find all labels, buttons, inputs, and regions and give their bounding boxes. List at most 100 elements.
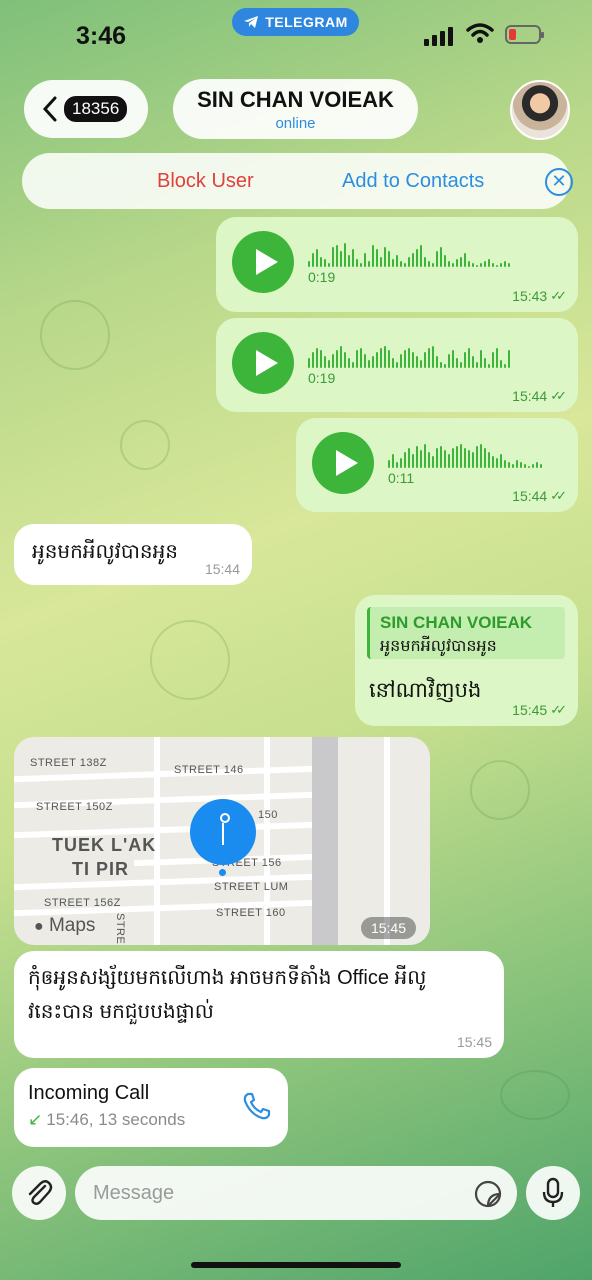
waveform-bar (460, 257, 462, 267)
waveform-bar (468, 450, 470, 468)
waveform-bar (468, 348, 470, 368)
microphone-button[interactable] (526, 1166, 580, 1220)
waveform-bar (328, 360, 330, 368)
waveform-bar (324, 356, 326, 368)
map-street (384, 737, 390, 945)
attach-button[interactable] (12, 1166, 66, 1220)
waveform-bar (452, 263, 454, 267)
incoming-call-message[interactable]: Incoming Call ↙ 15:46, 13 seconds (14, 1068, 288, 1147)
waveform-bar (316, 348, 318, 368)
message-time: 15:45 (512, 702, 548, 718)
waveform-bar (492, 456, 494, 468)
waveform-bar (456, 358, 458, 368)
waveform-bar (452, 448, 454, 468)
waveform-bar (368, 360, 370, 368)
waveform-bar (456, 446, 458, 468)
back-button[interactable]: 18356 (24, 80, 148, 138)
waveform-bar (356, 350, 358, 368)
unread-count-badge: 18356 (64, 96, 128, 122)
location-map[interactable]: STREET 138Z STREET 146 STREET 150Z 150 T… (14, 737, 430, 945)
waveform-bar (336, 350, 338, 368)
waveform-bar (308, 261, 310, 267)
waveform-bar (384, 346, 386, 368)
waveform-bar (504, 364, 506, 368)
waveform-bar (448, 261, 450, 267)
waveform-bar (388, 350, 390, 368)
waveform-bar (516, 460, 518, 468)
waveform-bar (512, 464, 514, 468)
block-user-button[interactable]: Block User (157, 170, 254, 193)
waveform-bar (388, 460, 390, 468)
play-icon[interactable] (232, 332, 294, 394)
telegram-icon (244, 16, 259, 28)
waveform-bar (464, 253, 466, 267)
waveform-bar (412, 352, 414, 368)
waveform-bar (348, 255, 350, 267)
wallpaper-doodle (120, 420, 170, 470)
waveform-bar (520, 462, 522, 468)
voice-duration: 0:19 (308, 370, 336, 386)
add-to-contacts-button[interactable]: Add to Contacts (342, 170, 484, 193)
reply-quote[interactable]: SIN CHAN VOIEAK អូនមកអីលូវបានអូន (367, 607, 565, 659)
waveform-bar (408, 348, 410, 368)
location-pin-icon (190, 799, 256, 865)
close-icon[interactable]: ✕ (545, 168, 573, 196)
chat-title[interactable]: SIN CHAN VOIEAK online (173, 79, 418, 139)
voice-message: 0:19 15:44 ✓✓ (216, 318, 578, 412)
waveform-bar (396, 255, 398, 267)
waveform-bar (340, 251, 342, 267)
message-time: 15:45 (456, 1034, 492, 1050)
voice-duration: 0:19 (308, 269, 336, 285)
telegram-pill[interactable]: TELEGRAM (232, 8, 359, 36)
waveform-bar (312, 352, 314, 368)
waveform-bar (376, 352, 378, 368)
status-time: 3:46 (76, 22, 127, 50)
message-text-line: វនេះបាន មកជួបបងផ្ទាល់ (28, 1001, 214, 1023)
waveform-bar (340, 346, 342, 368)
waveform[interactable] (308, 342, 510, 368)
play-icon[interactable] (312, 432, 374, 494)
double-check-icon: ✓✓ (550, 488, 567, 503)
message-input[interactable] (75, 1166, 517, 1220)
waveform-bar (504, 261, 506, 267)
sticker-icon[interactable] (474, 1180, 502, 1208)
waveform-bar (392, 358, 394, 368)
double-check-icon: ✓✓ (550, 288, 567, 303)
cellular-signal-icon (424, 24, 453, 46)
waveform-bar (464, 352, 466, 368)
waveform-bar (500, 360, 502, 368)
phone-icon[interactable] (241, 1090, 273, 1122)
waveform[interactable] (388, 442, 542, 468)
waveform-bar (336, 245, 338, 267)
waveform-bar (508, 462, 510, 468)
waveform-bar (448, 354, 450, 368)
waveform-bar (432, 456, 434, 468)
status-bar: 3:46 TELEGRAM (0, 0, 592, 70)
waveform-bar (332, 354, 334, 368)
waveform-bar (472, 356, 474, 368)
message-text: នៅណាវិញបង (369, 679, 482, 702)
play-icon[interactable] (232, 231, 294, 293)
apple-icon: ● (34, 918, 44, 935)
waveform-bar (496, 265, 498, 267)
waveform-bar (368, 261, 370, 267)
waveform-bar (384, 247, 386, 267)
waveform[interactable] (308, 241, 510, 267)
paperclip-icon (28, 1180, 53, 1205)
message-time: 15:44 (512, 488, 548, 504)
avatar[interactable] (510, 80, 570, 140)
home-indicator[interactable] (191, 1262, 401, 1268)
waveform-bar (380, 348, 382, 368)
waveform-bar (500, 454, 502, 468)
waveform-bar (416, 446, 418, 468)
waveform-bar (356, 259, 358, 267)
reply-sender: SIN CHAN VOIEAK (380, 613, 533, 632)
message-meta: 15:44 (205, 561, 240, 577)
waveform-bar (400, 261, 402, 267)
wallpaper-doodle (470, 760, 530, 820)
waveform-bar (412, 454, 414, 468)
map-label: STREET 253 (114, 913, 126, 945)
map-label: STREET 138Z (30, 757, 107, 769)
waveform-bar (508, 350, 510, 368)
waveform-bar (328, 263, 330, 267)
